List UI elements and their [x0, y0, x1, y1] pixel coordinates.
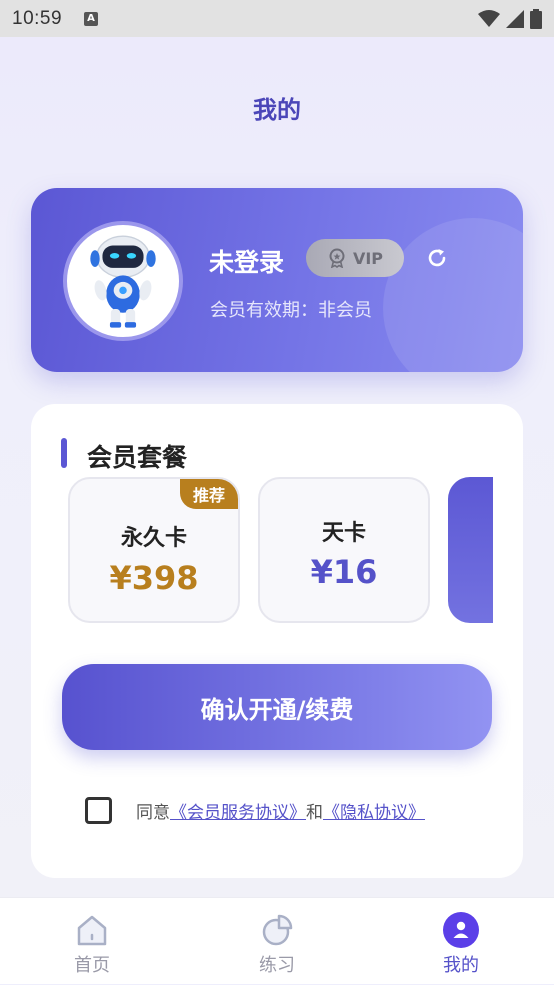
agree-checkbox[interactable]: [85, 797, 112, 824]
vip-badge[interactable]: VIP: [306, 239, 404, 277]
agree-prefix: 同意: [136, 803, 170, 823]
recommend-tag: 推荐: [180, 479, 238, 509]
agreement-row: 同意 《会员服务协议》 和 《隐私协议》: [85, 797, 425, 824]
section-accent-bar: [61, 438, 67, 468]
status-notification-icon: A: [84, 11, 99, 26]
plan-price: ¥398: [109, 559, 199, 597]
tab-practice[interactable]: 练习: [217, 898, 337, 985]
privacy-policy-link[interactable]: 《隐私协议》: [323, 798, 425, 823]
plan-card-lifetime[interactable]: 推荐 永久卡 ¥398: [68, 477, 240, 623]
bottom-tabbar: 首页 练习 我的: [0, 897, 554, 984]
confirm-renew-button[interactable]: 确认开通/续费: [62, 664, 492, 750]
page-title: 我的: [253, 96, 301, 124]
agree-joiner: 和: [306, 803, 323, 823]
plan-card-partial[interactable]: [448, 477, 493, 623]
user-name[interactable]: 未登录: [209, 243, 284, 279]
tab-label: 首页: [74, 955, 110, 976]
plan-card-day[interactable]: 天卡 ¥16: [258, 477, 430, 623]
avatar[interactable]: [63, 221, 183, 341]
plan-price: ¥16: [310, 553, 378, 591]
wifi-icon: [478, 9, 500, 27]
signal-icon: [506, 9, 524, 28]
refresh-icon[interactable]: [425, 246, 449, 270]
section-title: 会员套餐: [87, 443, 188, 472]
battery-icon: [530, 8, 542, 29]
status-icons: [478, 8, 542, 29]
tab-label: 练习: [259, 955, 295, 976]
decorative-circle: [383, 218, 523, 372]
medal-icon: [329, 248, 345, 268]
membership-expiry: 会员有效期：非会员: [210, 300, 372, 321]
status-bar: 10:59 A: [0, 0, 554, 37]
service-agreement-link[interactable]: 《会员服务协议》: [170, 798, 306, 823]
robot-avatar-icon: [90, 235, 156, 328]
chart-icon: [262, 914, 293, 946]
plans-list[interactable]: 推荐 永久卡 ¥398 天卡 ¥16: [61, 474, 493, 627]
status-time: 10:59: [12, 7, 63, 29]
membership-card: 会员套餐 推荐 永久卡 ¥398 天卡 ¥16 确认开通/续费 同意 《会员服务…: [31, 404, 523, 878]
user-icon: [443, 912, 479, 948]
tab-home[interactable]: 首页: [32, 898, 152, 985]
vip-label: VIP: [352, 248, 384, 268]
home-icon: [77, 915, 107, 946]
tab-label: 我的: [443, 955, 479, 976]
plan-name: 永久卡: [120, 526, 187, 551]
tab-mine[interactable]: 我的: [401, 898, 521, 985]
profile-card: 未登录 VIP 会员有效期：非会员: [31, 188, 523, 372]
plan-name: 天卡: [321, 521, 366, 546]
